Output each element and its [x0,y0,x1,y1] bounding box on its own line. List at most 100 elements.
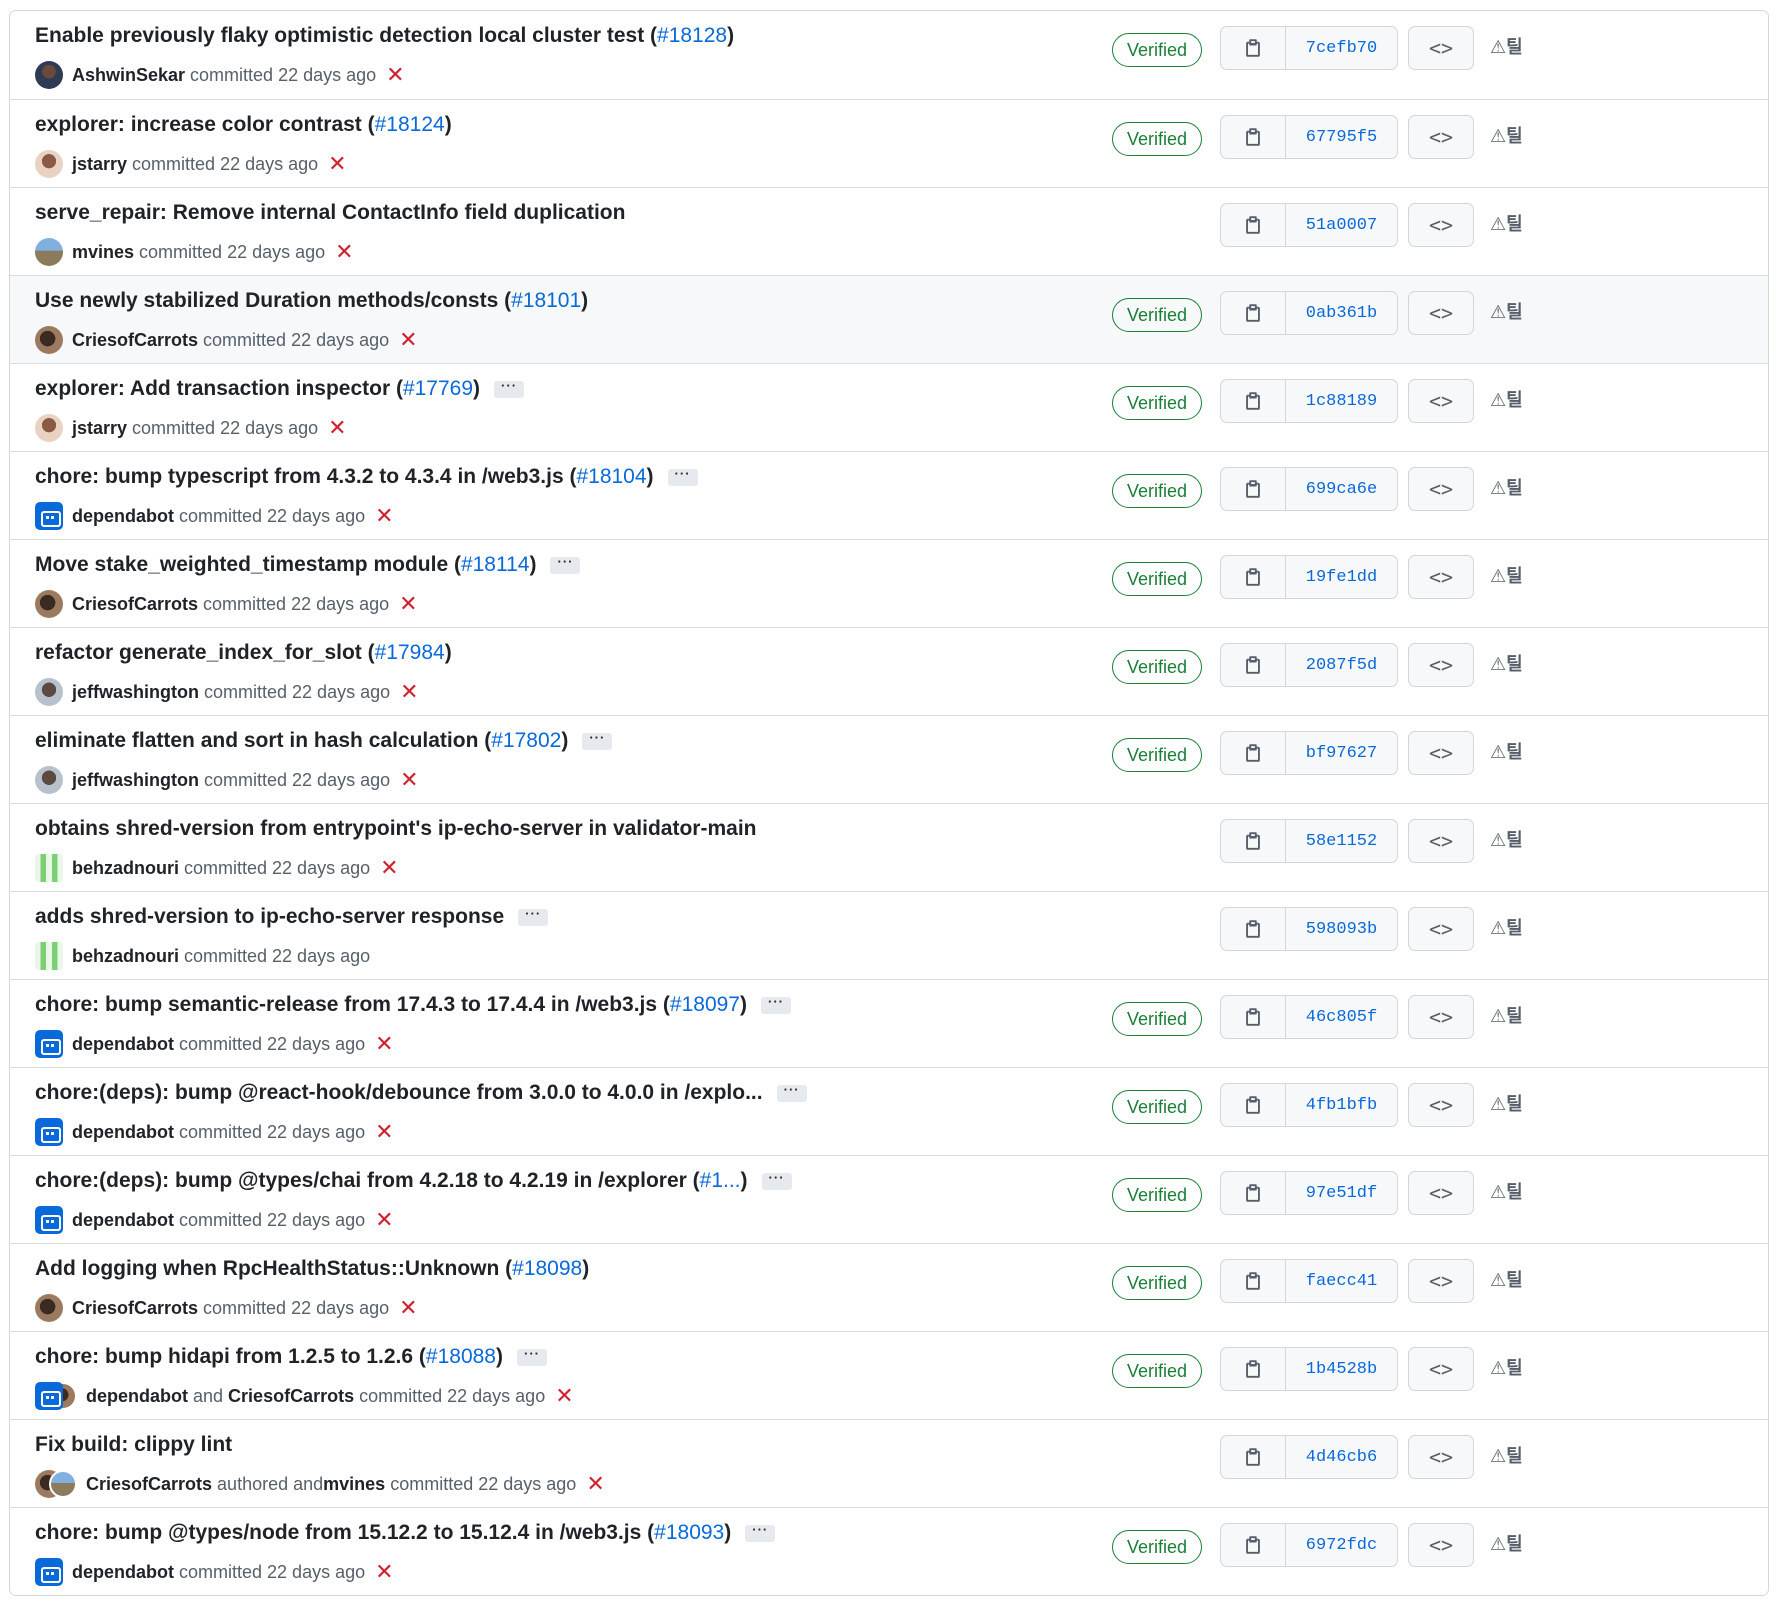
avatar[interactable] [35,502,63,530]
copy-sha-button[interactable] [1221,204,1286,246]
copy-sha-button[interactable] [1221,644,1286,686]
x-icon[interactable]: ✕ [399,593,417,615]
commit-message-link[interactable]: serve_repair: Remove internal ContactInf… [35,201,625,225]
verified-badge[interactable]: Verified [1112,1530,1202,1564]
x-icon[interactable]: ✕ [328,153,346,175]
verified-badge[interactable]: Verified [1112,474,1202,508]
expand-description-button[interactable]: ··· [761,1171,792,1190]
copy-sha-button[interactable] [1221,292,1286,334]
browse-repo-button[interactable]: <> [1408,203,1474,247]
browse-repo-button[interactable]: <> [1408,555,1474,599]
commit-title[interactable]: eliminate flatten and sort in hash calcu… [35,729,613,753]
avatar[interactable] [35,238,63,266]
browse-repo-button[interactable]: <> [1408,1083,1474,1127]
commit-title[interactable]: serve_repair: Remove internal ContactInf… [35,201,625,225]
pull-request-link[interactable]: #18098 [512,1257,582,1281]
commit-title[interactable]: Fix build: clippy lint [35,1433,232,1457]
author-link[interactable]: jeffwashington [72,682,199,703]
browse-repo-button[interactable]: <> [1408,467,1474,511]
alert-icon[interactable]: ⚠틸 [1490,1090,1523,1116]
alert-icon[interactable]: ⚠틸 [1490,1178,1523,1204]
browse-repo-button[interactable]: <> [1408,1171,1474,1215]
pull-request-link[interactable]: #18124 [375,113,445,137]
commit-title[interactable]: Move stake_weighted_timestamp module (#1… [35,553,581,577]
author-link[interactable]: mvines [72,242,134,263]
pull-request-link[interactable]: #1... [700,1169,741,1193]
alert-icon[interactable]: ⚠틸 [1490,1266,1523,1292]
alert-icon[interactable]: ⚠틸 [1490,122,1523,148]
commit-message-link[interactable]: refactor generate_index_for_slot [35,641,362,665]
verified-badge[interactable]: Verified [1112,1178,1202,1212]
commit-sha-link[interactable]: 97e51df [1286,1172,1397,1214]
pull-request-link[interactable]: #18114 [461,553,530,577]
commit-title[interactable]: adds shred-version to ip-echo-server res… [35,905,549,929]
browse-repo-button[interactable]: <> [1408,1435,1474,1479]
commit-message-link[interactable]: chore: bump hidapi from 1.2.5 to 1.2.6 [35,1345,413,1369]
alert-icon[interactable]: ⚠틸 [1490,1002,1523,1028]
commit-message-link[interactable]: explorer: increase color contrast [35,113,362,137]
commit-title[interactable]: Enable previously flaky optimistic detec… [35,24,734,48]
x-icon[interactable]: ✕ [335,241,353,263]
pull-request-link[interactable]: #17802 [491,729,561,753]
commit-message-link[interactable]: Use newly stabilized Duration methods/co… [35,289,498,313]
alert-icon[interactable]: ⚠틸 [1490,650,1523,676]
author-link[interactable]: AshwinSekar [72,65,185,86]
alert-icon[interactable]: ⚠틸 [1490,474,1523,500]
x-icon[interactable]: ✕ [399,329,417,351]
pull-request-link[interactable]: #18128 [657,24,727,48]
commit-title[interactable]: refactor generate_index_for_slot (#17984… [35,641,452,665]
author-link[interactable]: behzadnouri [72,858,179,879]
verified-badge[interactable]: Verified [1112,562,1202,596]
avatar[interactable] [35,1558,63,1586]
author-link[interactable]: CriesofCarrots [72,594,198,615]
expand-description-button[interactable]: ··· [582,731,613,750]
copy-sha-button[interactable] [1221,996,1286,1038]
commit-sha-link[interactable]: 19fe1dd [1286,556,1397,598]
browse-repo-button[interactable]: <> [1408,643,1474,687]
alert-icon[interactable]: ⚠틸 [1490,33,1523,59]
verified-badge[interactable]: Verified [1112,738,1202,772]
commit-message-link[interactable]: Fix build: clippy lint [35,1433,232,1457]
verified-badge[interactable]: Verified [1112,386,1202,420]
x-icon[interactable]: ✕ [375,1561,393,1583]
commit-message-link[interactable]: chore: bump typescript from 4.3.2 to 4.3… [35,465,564,489]
copy-sha-button[interactable] [1221,1524,1286,1566]
avatar[interactable] [35,678,63,706]
expand-description-button[interactable]: ··· [518,907,549,926]
avatar[interactable] [35,61,63,89]
commit-message-link[interactable]: Add logging when RpcHealthStatus::Unknow… [35,1257,499,1281]
avatar[interactable] [35,590,63,618]
x-icon[interactable]: ✕ [375,1033,393,1055]
copy-sha-button[interactable] [1221,468,1286,510]
avatar[interactable] [35,1030,63,1058]
commit-sha-link[interactable]: bf97627 [1286,732,1397,774]
commit-message-link[interactable]: Move stake_weighted_timestamp module [35,553,448,577]
avatar[interactable] [35,854,63,882]
commit-message-link[interactable]: chore:(deps): bump @types/chai from 4.2.… [35,1169,687,1193]
commit-title[interactable]: obtains shred-version from entrypoint's … [35,817,756,841]
commit-message-link[interactable]: chore: bump semantic-release from 17.4.3… [35,993,657,1017]
browse-repo-button[interactable]: <> [1408,26,1474,70]
commit-sha-link[interactable]: faecc41 [1286,1260,1397,1302]
pull-request-link[interactable]: #17769 [403,377,473,401]
avatar[interactable] [35,1206,63,1234]
pull-request-link[interactable]: #18097 [670,993,740,1017]
commit-message-link[interactable]: Enable previously flaky optimistic detec… [35,24,644,48]
commit-sha-link[interactable]: 46c805f [1286,996,1397,1038]
alert-icon[interactable]: ⚠틸 [1490,738,1523,764]
commit-title[interactable]: chore:(deps): bump @types/chai from 4.2.… [35,1169,792,1193]
avatar[interactable] [35,326,63,354]
alert-icon[interactable]: ⚠틸 [1490,914,1523,940]
commit-sha-link[interactable]: 6972fdc [1286,1524,1397,1566]
commit-message-link[interactable]: eliminate flatten and sort in hash calcu… [35,729,478,753]
expand-description-button[interactable]: ··· [745,1523,776,1542]
expand-description-button[interactable]: ··· [550,555,581,574]
commit-sha-link[interactable]: 4d46cb6 [1286,1436,1397,1478]
avatar[interactable] [35,766,63,794]
committer-link[interactable]: mvines [323,1474,385,1495]
expand-description-button[interactable]: ··· [516,1347,547,1366]
avatar[interactable] [35,942,63,970]
commit-message-link[interactable]: chore:(deps): bump @react-hook/debounce … [35,1081,763,1105]
avatar[interactable] [49,1470,77,1498]
avatar[interactable] [35,1382,63,1410]
